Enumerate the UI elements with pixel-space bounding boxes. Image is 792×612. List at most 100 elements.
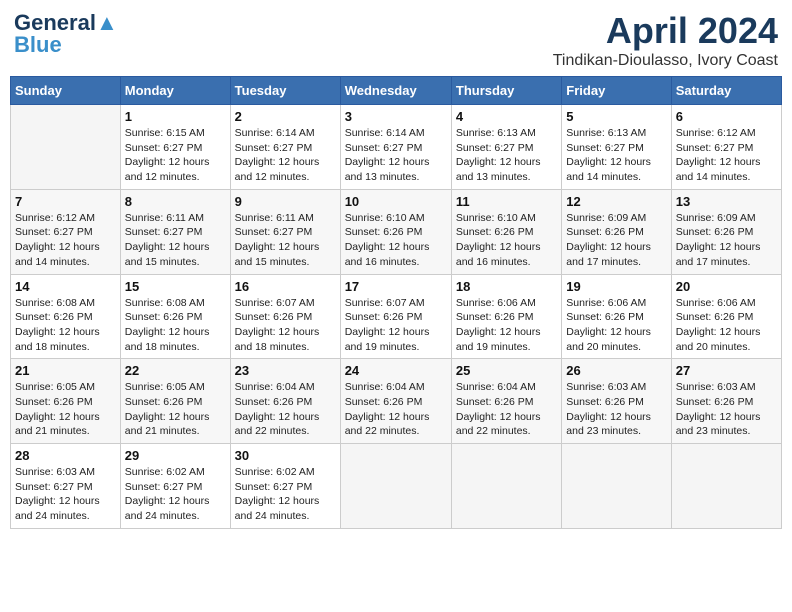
day-number: 16 [235,279,336,294]
day-number: 11 [456,194,557,209]
weekday-header: Friday [562,77,671,105]
day-info: Sunrise: 6:12 AM Sunset: 6:27 PM Dayligh… [676,126,777,185]
calendar-cell: 14Sunrise: 6:08 AM Sunset: 6:26 PM Dayli… [11,274,121,359]
day-number: 25 [456,363,557,378]
calendar-week-row: 1 Sunrise: 6:15 AM Sunset: 6:27 PM Daylig… [11,105,782,190]
day-number: 12 [566,194,666,209]
calendar-week-row: 7 Sunrise: 6:12 AM Sunset: 6:27 PM Daylig… [11,189,782,274]
calendar-cell [340,444,451,529]
calendar-cell [451,444,561,529]
calendar-cell: 24 Sunrise: 6:04 AM Sunset: 6:26 PM Dayli… [340,359,451,444]
day-number: 28 [15,448,116,463]
calendar-cell: 27 Sunrise: 6:03 AM Sunset: 6:26 PM Dayli… [671,359,781,444]
calendar-week-row: 28Sunrise: 6:03 AM Sunset: 6:27 PM Dayli… [11,444,782,529]
day-info: Sunrise: 6:13 AM Sunset: 6:27 PM Dayligh… [456,126,557,185]
day-number: 18 [456,279,557,294]
day-number: 1 [125,109,226,124]
day-info: Sunrise: 6:09 AM Sunset: 6:26 PM Dayligh… [566,211,666,270]
calendar-table: SundayMondayTuesdayWednesdayThursdayFrid… [10,76,782,529]
day-info: Sunrise: 6:11 AM Sunset: 6:27 PM Dayligh… [235,211,336,270]
day-number: 22 [125,363,226,378]
logo: General▲ Blue [14,10,118,58]
day-number: 26 [566,363,666,378]
day-info: Sunrise: 6:15 AM Sunset: 6:27 PM Dayligh… [125,126,226,185]
calendar-cell: 13 Sunrise: 6:09 AM Sunset: 6:26 PM Dayli… [671,189,781,274]
calendar-cell: 7 Sunrise: 6:12 AM Sunset: 6:27 PM Daylig… [11,189,121,274]
day-info: Sunrise: 6:02 AM Sunset: 6:27 PM Dayligh… [125,465,226,524]
calendar-cell [671,444,781,529]
day-info: Sunrise: 6:04 AM Sunset: 6:26 PM Dayligh… [235,380,336,439]
calendar-cell: 5 Sunrise: 6:13 AM Sunset: 6:27 PM Daylig… [562,105,671,190]
weekday-header: Wednesday [340,77,451,105]
calendar-cell: 4 Sunrise: 6:13 AM Sunset: 6:27 PM Daylig… [451,105,561,190]
day-number: 4 [456,109,557,124]
calendar-cell: 26 Sunrise: 6:03 AM Sunset: 6:26 PM Dayli… [562,359,671,444]
calendar-cell: 8 Sunrise: 6:11 AM Sunset: 6:27 PM Daylig… [120,189,230,274]
day-info: Sunrise: 6:05 AM Sunset: 6:26 PM Dayligh… [125,380,226,439]
day-number: 21 [15,363,116,378]
calendar-cell: 18 Sunrise: 6:06 AM Sunset: 6:26 PM Dayli… [451,274,561,359]
day-info: Sunrise: 6:13 AM Sunset: 6:27 PM Dayligh… [566,126,666,185]
day-info: Sunrise: 6:04 AM Sunset: 6:26 PM Dayligh… [456,380,557,439]
calendar-cell: 2 Sunrise: 6:14 AM Sunset: 6:27 PM Daylig… [230,105,340,190]
day-info: Sunrise: 6:05 AM Sunset: 6:26 PM Dayligh… [15,380,116,439]
day-number: 19 [566,279,666,294]
calendar-cell: 21 Sunrise: 6:05 AM Sunset: 6:26 PM Dayli… [11,359,121,444]
weekday-header: Thursday [451,77,561,105]
day-info: Sunrise: 6:02 AM Sunset: 6:27 PM Dayligh… [235,465,336,524]
day-info: Sunrise: 6:11 AM Sunset: 6:27 PM Dayligh… [125,211,226,270]
calendar-cell: 23 Sunrise: 6:04 AM Sunset: 6:26 PM Dayli… [230,359,340,444]
calendar-cell: 3 Sunrise: 6:14 AM Sunset: 6:27 PM Daylig… [340,105,451,190]
calendar-cell: 16Sunrise: 6:07 AM Sunset: 6:26 PM Dayli… [230,274,340,359]
day-number: 30 [235,448,336,463]
day-info: Sunrise: 6:09 AM Sunset: 6:26 PM Dayligh… [676,211,777,270]
title-block: April 2024 Tindikan-Dioulasso, Ivory Coa… [553,10,778,70]
calendar-cell: 28Sunrise: 6:03 AM Sunset: 6:27 PM Dayli… [11,444,121,529]
day-number: 3 [345,109,447,124]
calendar-week-row: 14 Sunrise: 6:08 AM Sunset: 6:26 PM Dayli… [11,274,782,359]
calendar-cell: 25 Sunrise: 6:04 AM Sunset: 6:26 PM Dayli… [451,359,561,444]
calendar-cell: 29 Sunrise: 6:02 AM Sunset: 6:27 PM Dayli… [120,444,230,529]
day-info: Sunrise: 6:06 AM Sunset: 6:26 PM Dayligh… [456,296,557,355]
day-number: 5 [566,109,666,124]
day-info: Sunrise: 6:06 AM Sunset: 6:26 PM Dayligh… [566,296,666,355]
day-number: 6 [676,109,777,124]
day-number: 27 [676,363,777,378]
day-number: 23 [235,363,336,378]
day-info: Sunrise: 6:10 AM Sunset: 6:26 PM Dayligh… [456,211,557,270]
calendar-cell: 22 Sunrise: 6:05 AM Sunset: 6:26 PM Dayli… [120,359,230,444]
day-info: Sunrise: 6:14 AM Sunset: 6:27 PM Dayligh… [345,126,447,185]
calendar-cell: 30 Sunrise: 6:02 AM Sunset: 6:27 PM Dayli… [230,444,340,529]
day-number: 24 [345,363,447,378]
day-number: 17 [345,279,447,294]
calendar-cell: 10Sunrise: 6:10 AM Sunset: 6:26 PM Dayli… [340,189,451,274]
day-info: Sunrise: 6:04 AM Sunset: 6:26 PM Dayligh… [345,380,447,439]
logo-blue: Blue [14,32,62,58]
day-info: Sunrise: 6:14 AM Sunset: 6:27 PM Dayligh… [235,126,336,185]
calendar-subtitle: Tindikan-Dioulasso, Ivory Coast [553,52,778,70]
day-info: Sunrise: 6:03 AM Sunset: 6:26 PM Dayligh… [566,380,666,439]
day-info: Sunrise: 6:12 AM Sunset: 6:27 PM Dayligh… [15,211,116,270]
calendar-cell [11,105,121,190]
day-info: Sunrise: 6:03 AM Sunset: 6:26 PM Dayligh… [676,380,777,439]
day-number: 7 [15,194,116,209]
day-info: Sunrise: 6:06 AM Sunset: 6:26 PM Dayligh… [676,296,777,355]
day-number: 2 [235,109,336,124]
day-number: 14 [15,279,116,294]
calendar-cell: 11 Sunrise: 6:10 AM Sunset: 6:26 PM Dayli… [451,189,561,274]
calendar-cell: 20 Sunrise: 6:06 AM Sunset: 6:26 PM Dayli… [671,274,781,359]
calendar-title: April 2024 [553,10,778,52]
day-info: Sunrise: 6:08 AM Sunset: 6:26 PM Dayligh… [125,296,226,355]
calendar-header-row: SundayMondayTuesdayWednesdayThursdayFrid… [11,77,782,105]
day-number: 13 [676,194,777,209]
day-number: 9 [235,194,336,209]
calendar-cell: 19 Sunrise: 6:06 AM Sunset: 6:26 PM Dayli… [562,274,671,359]
day-number: 29 [125,448,226,463]
day-number: 20 [676,279,777,294]
calendar-cell [562,444,671,529]
weekday-header: Sunday [11,77,121,105]
weekday-header: Monday [120,77,230,105]
page-header: General▲ Blue April 2024 Tindikan-Dioula… [10,10,782,70]
day-number: 8 [125,194,226,209]
day-info: Sunrise: 6:07 AM Sunset: 6:26 PM Dayligh… [345,296,447,355]
